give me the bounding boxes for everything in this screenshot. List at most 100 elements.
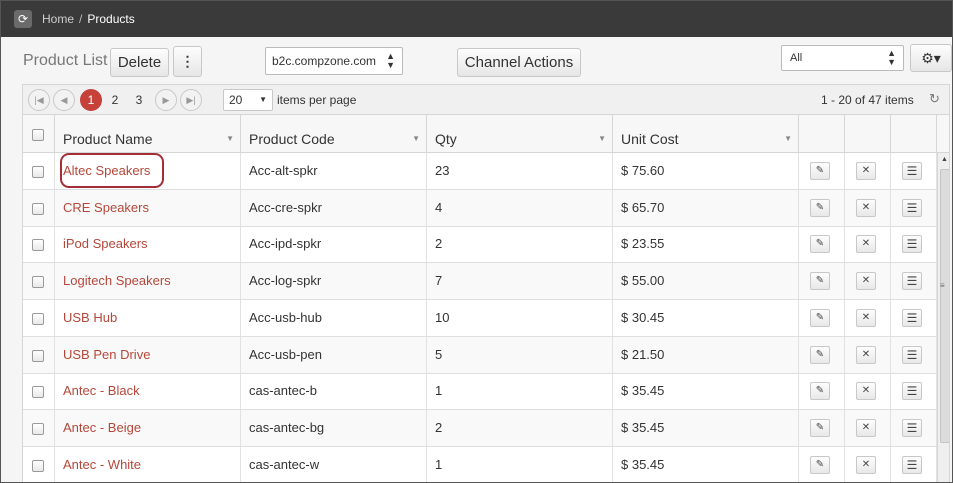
menu-lines-icon[interactable]: ☰ <box>902 455 922 474</box>
highlight-annotation <box>60 153 164 188</box>
delete-cell: ✕ <box>845 226 891 263</box>
edit-pencil-icon[interactable]: ✎ <box>810 198 830 217</box>
menu-cell: ☰ <box>891 336 937 373</box>
product-name-link[interactable]: CRE Speakers <box>55 189 241 226</box>
delete-x-icon[interactable]: ✕ <box>856 418 876 437</box>
edit-cell: ✎ <box>799 336 845 373</box>
delete-x-icon[interactable]: ✕ <box>856 308 876 327</box>
site-select[interactable]: b2c.compzone.com ▲ ▼ <box>265 47 403 75</box>
menu-lines-icon[interactable]: ☰ <box>902 272 922 291</box>
sync-icon[interactable]: ⟳ <box>14 10 32 28</box>
product-name-link[interactable]: USB Hub <box>55 299 241 336</box>
page-1-button[interactable]: 1 <box>80 89 102 111</box>
refresh-icon[interactable]: ↻ <box>929 91 940 107</box>
edit-pencil-icon[interactable]: ✎ <box>810 418 830 437</box>
delete-x-icon[interactable]: ✕ <box>856 198 876 217</box>
delete-cell: ✕ <box>845 153 891 189</box>
product-name-link[interactable]: Antec - Beige <box>55 409 241 446</box>
header-product-name[interactable]: Product Name ▼ <box>55 115 241 153</box>
menu-cell: ☰ <box>891 263 937 300</box>
toolbar: Product List Delete ⋮ b2c.compzone.com ▲… <box>1 37 952 85</box>
product-qty: 10 <box>427 299 613 336</box>
table-row[interactable]: iPod Speakers Acc-ipd-spkr 2 $ 23.55 ✎ ✕ ☰ <box>23 226 937 264</box>
row-checkbox[interactable] <box>32 312 44 325</box>
table-row[interactable]: CRE Speakers Acc-cre-spkr 4 $ 65.70 ✎ ✕ ☰ <box>23 189 937 227</box>
grid-header: Product Name ▼ Product Code ▼ Qty ▼ Unit Co… <box>23 115 949 153</box>
row-checkbox[interactable] <box>32 276 44 289</box>
edit-pencil-icon[interactable]: ✎ <box>810 235 830 254</box>
page-3-button[interactable]: 3 <box>128 89 150 111</box>
product-unit-cost: $ 75.60 <box>613 153 799 189</box>
settings-gear-button[interactable]: ⚙▾ <box>910 44 952 72</box>
header-unit-cost[interactable]: Unit Cost ▼ <box>613 115 799 153</box>
edit-pencil-icon[interactable]: ✎ <box>810 162 830 180</box>
channel-actions-button[interactable]: Channel Actions <box>457 48 581 77</box>
delete-x-icon[interactable]: ✕ <box>856 162 876 180</box>
row-checkbox[interactable] <box>32 459 44 472</box>
breadcrumb-separator: / <box>79 12 83 26</box>
edit-pencil-icon[interactable]: ✎ <box>810 345 830 364</box>
row-checkbox[interactable] <box>32 202 44 215</box>
row-select-cell <box>23 226 55 263</box>
row-checkbox[interactable] <box>32 239 44 252</box>
product-unit-cost: $ 21.50 <box>613 336 799 373</box>
product-name-link[interactable]: USB Pen Drive <box>55 336 241 373</box>
menu-lines-icon[interactable]: ☰ <box>902 162 922 180</box>
select-all-checkbox[interactable] <box>32 129 44 141</box>
delete-x-icon[interactable]: ✕ <box>856 382 876 401</box>
table-row[interactable]: Antec - White cas-antec-w 1 $ 35.45 ✎ ✕ ☰ <box>23 446 937 482</box>
next-page-icon[interactable]: ▶ <box>155 89 177 111</box>
menu-lines-icon[interactable]: ☰ <box>902 235 922 254</box>
delete-x-icon[interactable]: ✕ <box>856 345 876 364</box>
app-window: ⟳ Home / Products Product List Delete ⋮ b2… <box>0 0 953 483</box>
product-qty: 5 <box>427 336 613 373</box>
edit-pencil-icon[interactable]: ✎ <box>810 272 830 291</box>
breadcrumb-home-link[interactable]: Home <box>42 12 74 26</box>
table-row[interactable]: USB Pen Drive Acc-usb-pen 5 $ 21.50 ✎ ✕ ☰ <box>23 336 937 374</box>
header-product-code[interactable]: Product Code ▼ <box>241 115 427 153</box>
row-checkbox[interactable] <box>32 422 44 435</box>
product-qty: 23 <box>427 153 613 189</box>
filter-select[interactable]: All ▲ ▼ <box>781 45 904 71</box>
product-name-link[interactable]: Logitech Speakers <box>55 263 241 300</box>
vertical-scrollbar[interactable]: ▲ ≡ <box>937 153 949 482</box>
table-row[interactable]: Antec - Black cas-antec-b 1 $ 35.45 ✎ ✕ ☰ <box>23 373 937 411</box>
scroll-up-icon[interactable]: ▲ <box>938 156 949 163</box>
product-qty: 1 <box>427 373 613 410</box>
menu-lines-icon[interactable]: ☰ <box>902 418 922 437</box>
product-name-link[interactable]: Antec - Black <box>55 373 241 410</box>
table-row[interactable]: Logitech Speakers Acc-log-spkr 7 $ 55.00 ✎ ✕ ☰ <box>23 263 937 301</box>
edit-pencil-icon[interactable]: ✎ <box>810 455 830 474</box>
edit-pencil-icon[interactable]: ✎ <box>810 382 830 401</box>
product-qty: 2 <box>427 409 613 446</box>
header-label: Qty <box>435 131 457 147</box>
header-qty[interactable]: Qty ▼ <box>427 115 613 153</box>
per-page-select[interactable]: 20 ▼ <box>223 89 273 111</box>
delete-x-icon[interactable]: ✕ <box>856 235 876 254</box>
delete-button[interactable]: Delete <box>110 48 169 77</box>
edit-cell: ✎ <box>799 373 845 410</box>
row-checkbox[interactable] <box>32 386 44 399</box>
menu-lines-icon[interactable]: ☰ <box>902 308 922 327</box>
more-options-button[interactable]: ⋮ <box>173 46 202 77</box>
table-row[interactable]: Antec - Beige cas-antec-bg 2 $ 35.45 ✎ ✕ ☰ <box>23 409 937 447</box>
product-name-link[interactable]: iPod Speakers <box>55 226 241 263</box>
last-page-icon[interactable]: ▶| <box>180 89 202 111</box>
first-page-icon[interactable]: |◀ <box>28 89 50 111</box>
menu-lines-icon[interactable]: ☰ <box>902 345 922 364</box>
delete-x-icon[interactable]: ✕ <box>856 455 876 474</box>
menu-lines-icon[interactable]: ☰ <box>902 198 922 217</box>
delete-cell: ✕ <box>845 336 891 373</box>
menu-lines-icon[interactable]: ☰ <box>902 382 922 401</box>
prev-page-icon[interactable]: ◀ <box>53 89 75 111</box>
delete-x-icon[interactable]: ✕ <box>856 272 876 291</box>
edit-pencil-icon[interactable]: ✎ <box>810 308 830 327</box>
menu-cell: ☰ <box>891 299 937 336</box>
product-name-link[interactable]: Antec - White <box>55 446 241 482</box>
scroll-thumb[interactable] <box>940 169 949 443</box>
table-row[interactable]: USB Hub Acc-usb-hub 10 $ 30.45 ✎ ✕ ☰ <box>23 299 937 337</box>
page-2-button[interactable]: 2 <box>104 89 126 111</box>
top-bar: ⟳ Home / Products <box>1 1 952 37</box>
row-checkbox[interactable] <box>32 166 44 178</box>
row-checkbox[interactable] <box>32 349 44 362</box>
